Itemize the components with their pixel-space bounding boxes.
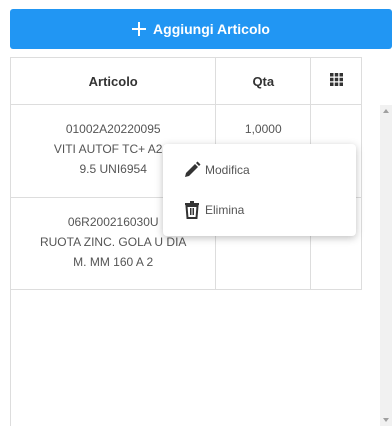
edit-menu-item[interactable]: Modifica	[183, 161, 250, 179]
pencil-icon	[183, 161, 201, 179]
delete-menu-label: Elimina	[205, 203, 245, 217]
edit-menu-label: Modifica	[205, 163, 250, 177]
delete-menu-item[interactable]: Elimina	[183, 201, 244, 219]
row-actions-dropdown: Modifica Elimina	[163, 144, 356, 236]
add-article-label: Aggiungi Articolo	[153, 21, 270, 37]
grid-icon	[329, 73, 343, 89]
plus-icon	[132, 22, 147, 36]
article-description-line: M. MM 160 A 2	[73, 255, 154, 269]
scroll-up-arrow-icon[interactable]	[380, 105, 392, 117]
scroll-down-arrow-icon[interactable]	[380, 414, 392, 426]
add-article-button[interactable]: Aggiungi Articolo	[10, 9, 392, 49]
table-header: Articolo Qta	[10, 57, 362, 105]
vertical-scrollbar[interactable]	[380, 105, 392, 426]
columns-toggle[interactable]	[311, 58, 362, 104]
header-articolo[interactable]: Articolo	[11, 58, 217, 104]
trash-icon	[183, 201, 201, 219]
header-qta[interactable]: Qta	[216, 58, 312, 104]
article-code: 01002A20220095	[65, 122, 161, 136]
